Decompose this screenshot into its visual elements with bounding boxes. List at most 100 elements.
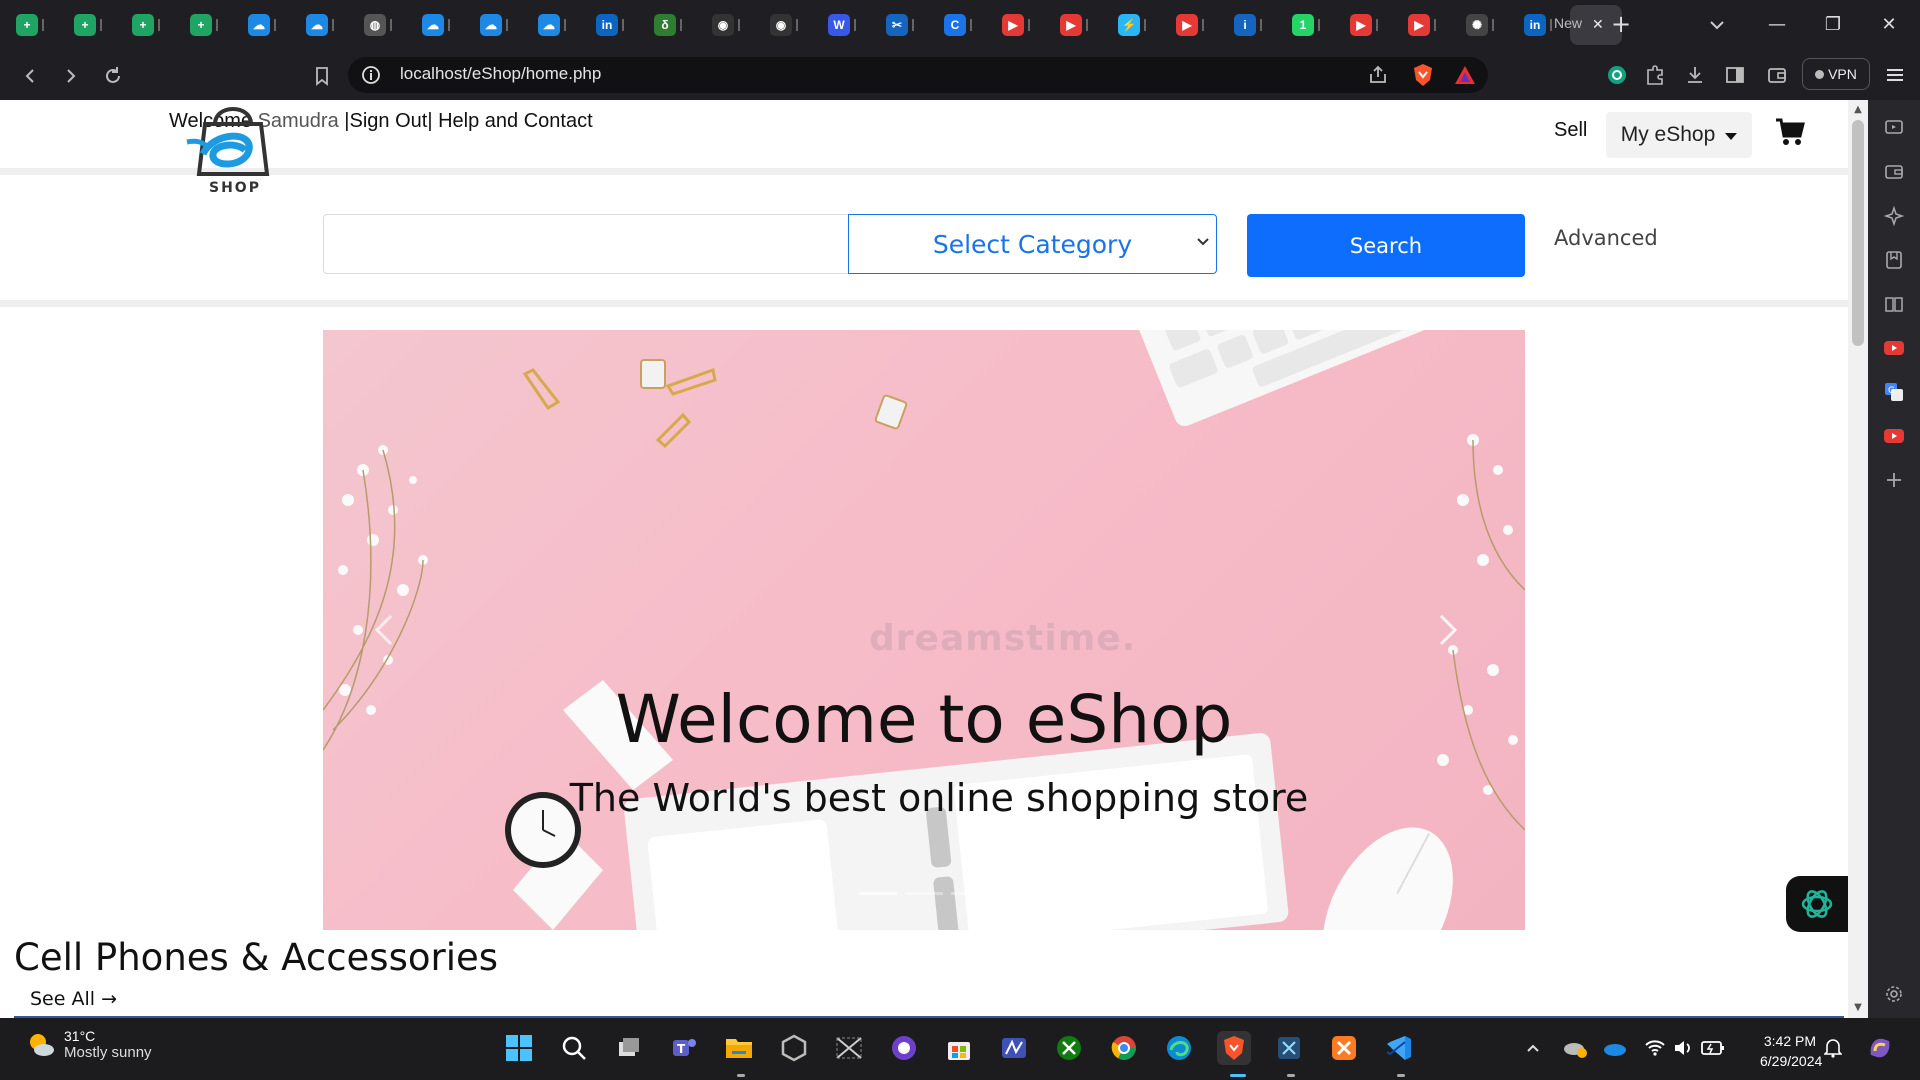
settings-gear-icon[interactable]	[1882, 982, 1906, 1006]
carousel-prev-chevron-icon[interactable]	[369, 610, 399, 650]
microsoft-store-icon[interactable]	[942, 1031, 976, 1065]
site-info-icon[interactable]	[361, 65, 381, 85]
brave-browser-icon[interactable]	[1217, 1031, 1251, 1065]
sidebar-toggle-icon[interactable]	[1722, 62, 1748, 88]
github-desktop-icon[interactable]	[887, 1031, 921, 1065]
scrollbar-thumb[interactable]	[1852, 120, 1864, 346]
see-all-link[interactable]: See All →	[30, 988, 117, 1010]
minimize-button[interactable]: —	[1752, 4, 1802, 44]
browser-tab[interactable]: ☁	[236, 5, 291, 45]
browser-tab[interactable]: ▶	[1338, 5, 1393, 45]
browser-tab[interactable]: δ	[642, 5, 697, 45]
browser-tab[interactable]: ☁	[526, 5, 581, 45]
visual-studio-icon[interactable]	[1272, 1031, 1306, 1065]
advanced-search-link[interactable]: Advanced	[1554, 226, 1658, 250]
browser-tab[interactable]: ▶	[1048, 5, 1103, 45]
vscode-icon[interactable]	[1382, 1031, 1416, 1065]
onedrive-warning-icon[interactable]	[1560, 1031, 1590, 1065]
cart-icon[interactable]	[1774, 116, 1806, 148]
search-button[interactable]: Search	[1247, 214, 1525, 277]
wallet-icon[interactable]	[1764, 62, 1790, 88]
my-eshop-dropdown[interactable]: My eShop	[1606, 112, 1752, 158]
youtube-sidebar-icon[interactable]	[1882, 424, 1906, 448]
bookmarks-sidebar-icon[interactable]	[1882, 248, 1906, 272]
reading-list-icon[interactable]	[1882, 292, 1906, 316]
tray-chevron-up-icon[interactable]	[1518, 1031, 1548, 1065]
new-tab-button[interactable]: +	[1605, 8, 1637, 40]
start-windows-icon[interactable]	[502, 1031, 536, 1065]
browser-tab[interactable]: ☁	[410, 5, 465, 45]
browser-tab[interactable]: ✂	[874, 5, 929, 45]
hero-carousel[interactable]: dreamstime. Welcome to eShop The World's…	[323, 330, 1525, 930]
back-arrow-icon[interactable]	[14, 60, 46, 92]
math-app-icon[interactable]	[997, 1031, 1031, 1065]
downloads-icon[interactable]	[1682, 62, 1708, 88]
search-input[interactable]	[323, 214, 849, 274]
media-icon[interactable]	[1882, 116, 1906, 140]
weather-widget[interactable]: 31°C Mostly sunny	[26, 1028, 152, 1061]
scroll-down-icon[interactable]: ▼	[1851, 1002, 1865, 1016]
browser-tab[interactable]: ◍	[352, 5, 407, 45]
onedrive-cloud-icon[interactable]	[1600, 1031, 1630, 1065]
app-hexagon-icon[interactable]	[777, 1031, 811, 1065]
close-window-button[interactable]: ✕	[1864, 4, 1914, 44]
teams-icon[interactable]: T	[667, 1031, 701, 1065]
volume-icon[interactable]	[1668, 1031, 1698, 1065]
browser-tab[interactable]: C	[932, 5, 987, 45]
sell-link[interactable]: Sell	[1554, 119, 1587, 142]
battery-icon[interactable]	[1698, 1031, 1728, 1065]
snipping-tool-icon[interactable]	[832, 1031, 866, 1065]
browser-tab[interactable]: ▶	[990, 5, 1045, 45]
browser-tab[interactable]: ▶	[1396, 5, 1451, 45]
browser-tab[interactable]: +	[62, 5, 117, 45]
restore-button[interactable]: ❐	[1808, 4, 1858, 44]
chatgpt-extension-icon[interactable]	[1604, 62, 1630, 88]
browser-tab[interactable]: ⚡	[1106, 5, 1161, 45]
chatgpt-floating-button[interactable]	[1786, 876, 1848, 932]
carousel-indicator[interactable]	[951, 892, 989, 895]
carousel-indicator[interactable]	[905, 892, 943, 895]
copilot-icon[interactable]	[1862, 1031, 1898, 1065]
browser-tab[interactable]: ◉	[700, 5, 755, 45]
reload-icon[interactable]	[97, 60, 129, 92]
xampp-icon[interactable]	[1327, 1031, 1361, 1065]
close-tab-icon[interactable]: ✕	[1592, 17, 1604, 33]
help-contact-link[interactable]: Help and Contact	[438, 110, 593, 132]
carousel-indicator[interactable]	[859, 892, 897, 895]
carousel-next-chevron-icon[interactable]	[1433, 610, 1463, 650]
menu-icon[interactable]	[1882, 62, 1908, 88]
file-explorer-icon[interactable]	[722, 1031, 756, 1065]
search-icon[interactable]	[557, 1031, 591, 1065]
browser-tab[interactable]: ✺	[1454, 5, 1509, 45]
brave-rewards-icon[interactable]	[1452, 62, 1478, 88]
browser-tab[interactable]: ☁	[294, 5, 349, 45]
leo-ai-icon[interactable]	[1882, 204, 1906, 228]
browser-tab[interactable]: ◉	[758, 5, 813, 45]
scroll-up-icon[interactable]: ▲	[1851, 104, 1865, 118]
notification-bell-icon[interactable]	[1818, 1031, 1848, 1065]
browser-tab[interactable]: W	[816, 5, 871, 45]
clock[interactable]: 3:42 PM 6/29/2024	[1760, 1031, 1822, 1071]
bookmark-icon[interactable]	[306, 60, 338, 92]
browser-tab[interactable]: +	[4, 5, 59, 45]
vpn-button[interactable]: VPN	[1802, 58, 1870, 90]
share-icon[interactable]	[1365, 62, 1391, 88]
browser-tab[interactable]: +	[178, 5, 233, 45]
xbox-icon[interactable]	[1052, 1031, 1086, 1065]
youtube-sidebar-icon[interactable]	[1882, 336, 1906, 360]
brave-shields-icon[interactable]	[1410, 62, 1436, 88]
tab-new-label[interactable]: New	[1554, 15, 1582, 31]
tab-search-chevron-down-icon[interactable]	[1702, 10, 1732, 40]
translate-icon[interactable]: G	[1882, 380, 1906, 404]
browser-tab[interactable]: ▶	[1164, 5, 1219, 45]
browser-tab[interactable]: ☁	[468, 5, 523, 45]
wifi-icon[interactable]	[1640, 1031, 1670, 1065]
browser-tab[interactable]: 1	[1280, 5, 1335, 45]
forward-arrow-icon[interactable]	[55, 60, 87, 92]
extensions-puzzle-icon[interactable]	[1642, 62, 1668, 88]
edge-icon[interactable]	[1162, 1031, 1196, 1065]
wallet-sidebar-icon[interactable]	[1882, 160, 1906, 184]
category-select[interactable]: Select Category	[848, 214, 1217, 274]
browser-tab[interactable]: i	[1222, 5, 1277, 45]
task-view-icon[interactable]	[612, 1031, 646, 1065]
